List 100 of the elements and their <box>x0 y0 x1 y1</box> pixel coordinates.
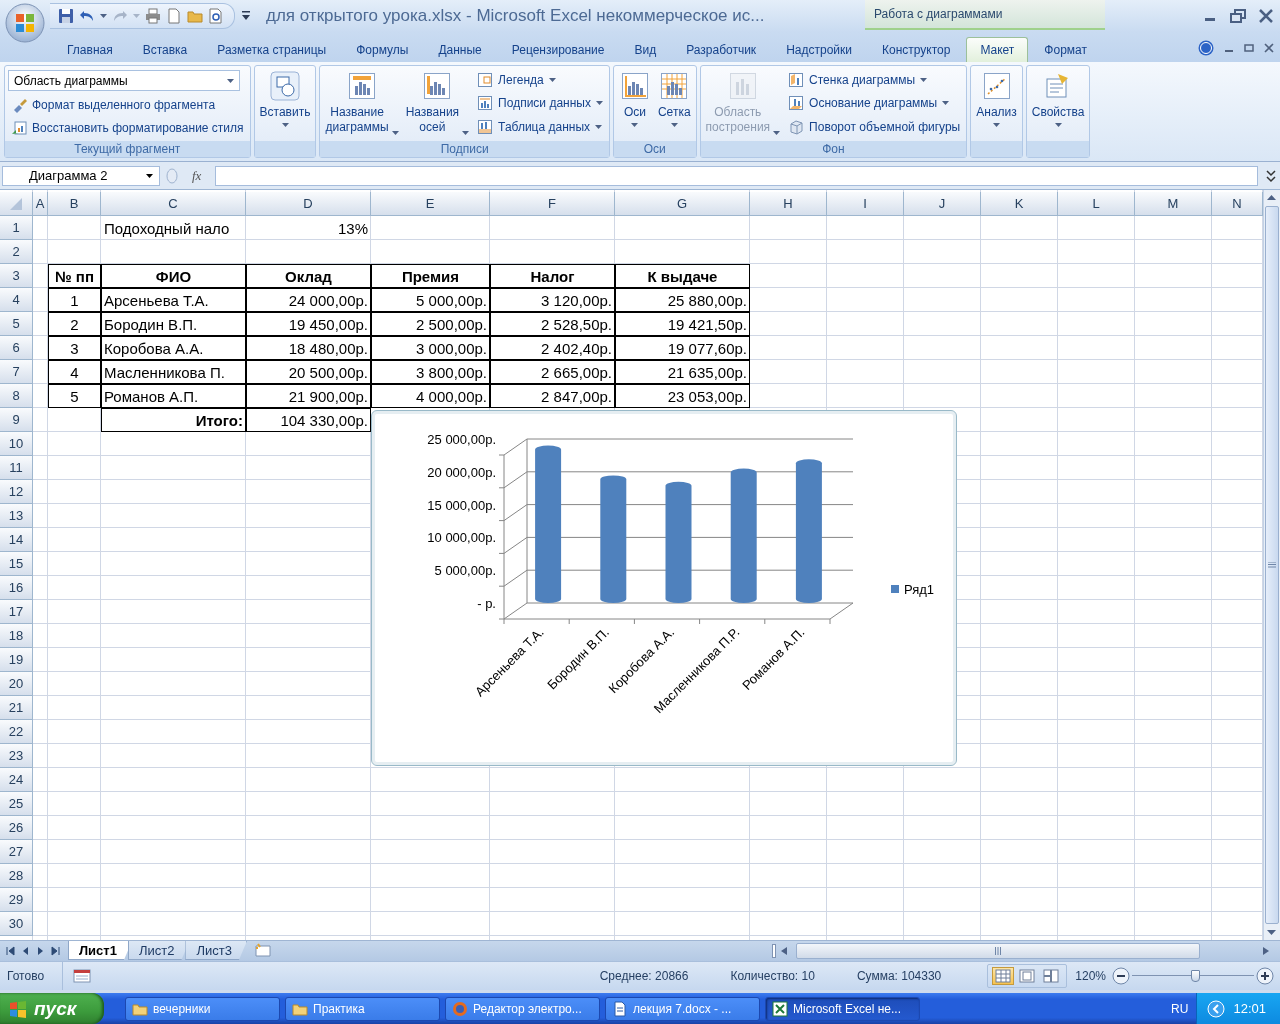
ribbon-tab[interactable]: Данные <box>424 37 496 62</box>
column-header[interactable]: F <box>490 192 615 216</box>
ribbon-button[interactable]: Названия осей <box>403 68 472 139</box>
row-header[interactable]: 28 <box>0 864 33 888</box>
ribbon-tab[interactable]: Макет <box>966 37 1029 62</box>
taskbar-button[interactable]: вечерники <box>125 996 280 1021</box>
column-header[interactable]: A <box>33 192 48 216</box>
formula-field[interactable] <box>215 165 1258 186</box>
row-header[interactable]: 17 <box>0 600 33 624</box>
row-header[interactable]: 22 <box>0 720 33 744</box>
dropdown-field[interactable]: Область диаграммы <box>8 70 240 92</box>
row-header[interactable]: 24 <box>0 768 33 792</box>
row-header[interactable]: 21 <box>0 696 33 720</box>
next-sheet-icon[interactable] <box>36 946 45 956</box>
column-header[interactable]: J <box>904 192 981 216</box>
scroll-thumb[interactable] <box>796 943 1200 959</box>
ribbon-tab[interactable]: Вид <box>620 37 671 62</box>
restore-icon[interactable] <box>1228 8 1248 24</box>
row-header[interactable]: 19 <box>0 648 33 672</box>
ribbon-tab[interactable]: Надстройки <box>772 37 866 62</box>
scroll-thumb[interactable] <box>1265 206 1279 924</box>
name-box[interactable]: Диаграмма 2 <box>2 165 160 186</box>
taskbar-button[interactable]: Практика <box>285 996 440 1021</box>
column-header[interactable]: I <box>827 192 904 216</box>
ribbon-button[interactable]: Восстановить форматирование стиля <box>8 118 247 137</box>
row-header[interactable]: 5 <box>0 312 33 336</box>
ribbon-tab[interactable]: Конструктор <box>867 37 965 62</box>
row-header[interactable]: 25 <box>0 792 33 816</box>
split-handle-icon[interactable] <box>772 944 776 958</box>
row-header[interactable]: 26 <box>0 816 33 840</box>
row-header[interactable]: 20 <box>0 672 33 696</box>
expand-icon[interactable] <box>1264 167 1278 184</box>
ribbon-button[interactable]: Оси <box>616 68 653 139</box>
row-header[interactable]: 27 <box>0 840 33 864</box>
row-header[interactable]: 30 <box>0 912 33 936</box>
print-icon[interactable] <box>145 8 161 24</box>
ribbon-button[interactable]: Таблица данных <box>474 118 606 137</box>
sheet-tab[interactable]: Лист3 <box>185 941 247 960</box>
ribbon-button[interactable]: Основание диаграммы <box>785 94 964 113</box>
restore-icon[interactable] <box>1244 43 1254 53</box>
folder-icon[interactable] <box>187 8 203 24</box>
ribbon-button[interactable]: Формат выделенного фрагмента <box>8 96 247 114</box>
column-header[interactable]: B <box>48 192 101 216</box>
row-header[interactable]: 1 <box>0 216 33 240</box>
macro-record-icon[interactable] <box>73 969 92 983</box>
zoom-out-icon[interactable] <box>1112 967 1130 985</box>
ribbon-tab[interactable]: Рецензирование <box>497 37 619 62</box>
ribbon-tab[interactable]: Формулы <box>342 37 423 62</box>
ribbon-tab[interactable]: Главная <box>53 37 127 62</box>
column-header[interactable]: E <box>371 192 490 216</box>
close-icon[interactable] <box>1264 43 1274 53</box>
ribbon-button[interactable]: Легенда <box>474 70 606 89</box>
new-document-icon[interactable] <box>166 8 182 24</box>
ribbon-button[interactable]: Сетка <box>655 68 693 139</box>
row-header[interactable]: 12 <box>0 480 33 504</box>
row-header[interactable]: 6 <box>0 336 33 360</box>
row-header[interactable]: 4 <box>0 288 33 312</box>
row-header[interactable]: 8 <box>0 384 33 408</box>
ribbon-button[interactable]: Стенка диаграммы <box>785 70 964 89</box>
row-header[interactable]: 16 <box>0 576 33 600</box>
row-header[interactable]: 13 <box>0 504 33 528</box>
insert-function-button[interactable]: fx <box>192 167 202 184</box>
save-icon[interactable] <box>58 8 74 24</box>
column-header[interactable]: M <box>1135 192 1212 216</box>
column-header[interactable]: K <box>981 192 1058 216</box>
ribbon-button[interactable]: Название диаграммы <box>323 68 401 139</box>
ribbon-tab[interactable]: Разработчик <box>672 37 771 62</box>
language-indicator[interactable]: RU <box>1171 1001 1189 1016</box>
column-header[interactable]: N <box>1212 192 1263 216</box>
taskbar-button[interactable]: Microsoft Excel не... <box>765 996 920 1021</box>
row-header[interactable]: 14 <box>0 528 33 552</box>
ribbon-button[interactable]: Подписи данных <box>474 94 606 113</box>
taskbar-button[interactable]: лекция 7.docx - ... <box>605 996 760 1021</box>
close-icon[interactable] <box>1256 8 1276 24</box>
column-header[interactable]: D <box>246 192 371 216</box>
column-header[interactable]: G <box>615 192 750 216</box>
taskbar-button[interactable]: Редактор электро... <box>445 996 600 1021</box>
column-header[interactable]: C <box>101 192 246 216</box>
chevron-left-icon[interactable] <box>1207 999 1226 1018</box>
row-header[interactable]: 29 <box>0 888 33 912</box>
row-header[interactable]: 10 <box>0 432 33 456</box>
column-header[interactable]: H <box>750 192 827 216</box>
row-header[interactable]: 11 <box>0 456 33 480</box>
view-button[interactable] <box>992 967 1015 985</box>
ribbon-tab[interactable]: Разметка страницы <box>203 37 341 62</box>
zoom-slider[interactable] <box>1132 970 1254 982</box>
last-sheet-icon[interactable] <box>51 946 60 956</box>
zoom-level[interactable]: 120% <box>1075 969 1106 983</box>
zoom-in-icon[interactable] <box>1256 967 1274 985</box>
row-header[interactable]: 9 <box>0 408 33 432</box>
row-header[interactable]: 23 <box>0 744 33 768</box>
row-header[interactable]: 3 <box>0 264 33 288</box>
row-header[interactable]: 2 <box>0 240 33 264</box>
help-icon[interactable] <box>1198 40 1214 56</box>
ribbon-button[interactable]: Поворот объемной фигуры <box>785 118 964 137</box>
column-header[interactable]: L <box>1058 192 1135 216</box>
print-preview-icon[interactable] <box>208 8 224 24</box>
ribbon-tab[interactable]: Формат <box>1030 37 1101 62</box>
first-sheet-icon[interactable] <box>6 946 15 956</box>
customize-caret-icon[interactable] <box>242 11 250 21</box>
